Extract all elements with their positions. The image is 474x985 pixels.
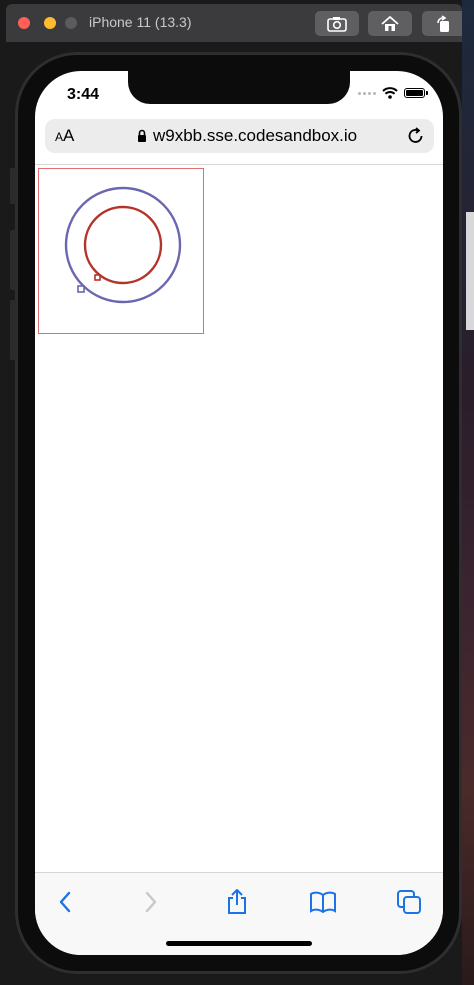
screenshot-icon	[327, 16, 347, 32]
simulator-title: iPhone 11 (13.3)	[89, 14, 192, 30]
volume-down-button	[10, 300, 17, 360]
share-icon	[228, 889, 246, 914]
rotate-icon	[437, 14, 449, 32]
bookmarks-icon	[310, 891, 336, 913]
status-indicators	[358, 87, 428, 99]
phone-screen: 3:44 AA w9xbb.sse.codesandbox.io	[35, 71, 443, 955]
inner-handle	[94, 274, 101, 281]
lock-icon	[138, 129, 146, 142]
simulator-titlebar: iPhone 11 (13.3)	[6, 4, 466, 42]
screenshot-button[interactable]	[315, 11, 359, 36]
home-button[interactable]	[368, 11, 412, 36]
wifi-icon	[382, 87, 398, 99]
outer-handle	[77, 285, 85, 293]
forward-button[interactable]	[137, 888, 165, 916]
inner-circle	[83, 205, 163, 285]
share-button[interactable]	[223, 888, 251, 916]
home-icon	[381, 15, 399, 31]
text-size-button[interactable]: AA	[55, 126, 74, 146]
forward-icon	[145, 891, 157, 913]
minimize-window-button[interactable]	[44, 17, 56, 29]
desktop-background	[462, 0, 474, 985]
outer-circle	[64, 186, 182, 304]
signal-icon	[358, 91, 376, 95]
mute-switch	[10, 168, 17, 204]
back-button[interactable]	[51, 888, 79, 916]
address-bar[interactable]: AA w9xbb.sse.codesandbox.io	[45, 119, 434, 153]
volume-up-button	[10, 230, 17, 290]
circles-drawing	[64, 186, 182, 304]
canvas-frame	[38, 168, 204, 334]
close-window-button[interactable]	[18, 17, 30, 29]
zoom-window-button[interactable]	[65, 17, 77, 29]
tabs-button[interactable]	[395, 888, 423, 916]
status-time: 3:44	[67, 86, 100, 103]
url-field[interactable]: w9xbb.sse.codesandbox.io	[137, 126, 357, 146]
notch	[128, 71, 350, 104]
home-indicator[interactable]	[166, 941, 312, 946]
reload-icon[interactable]	[406, 126, 426, 146]
back-icon	[59, 891, 71, 913]
tabs-icon	[397, 890, 421, 914]
url-text: w9xbb.sse.codesandbox.io	[153, 126, 358, 145]
address-bar-divider	[35, 164, 443, 165]
bookmarks-button[interactable]	[309, 888, 337, 916]
battery-icon	[404, 88, 428, 98]
desktop-window-fragment	[466, 212, 474, 330]
rotate-button[interactable]	[422, 11, 466, 36]
